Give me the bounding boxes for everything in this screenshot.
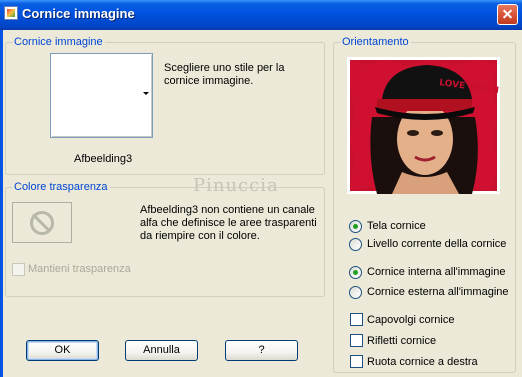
radio-frame-outside-label: Cornice esterna all'immagine [367,286,509,298]
chevron-down-icon[interactable] [143,92,149,95]
mirror-frame-label: Rifletti cornice [367,335,437,347]
transparency-message-line3: da riempire con il colore. [140,230,260,242]
radio-frame-canvas-label: Tela cornice [367,220,426,232]
radio-current-layer[interactable] [349,238,362,251]
radio-frame-canvas[interactable] [349,220,362,233]
rotate-frame-checkbox[interactable] [350,355,363,368]
frame-image-name: Afbeelding3 [74,153,133,165]
frame-preview-image: LOVE TRAIN [347,57,500,194]
prohibited-icon [30,211,54,235]
frame-hint-line1: Scegliere uno stile per la [164,62,285,74]
radio-frame-inside[interactable] [349,266,362,279]
window-border [0,30,3,377]
window-title: Cornice immagine [22,6,135,21]
close-button[interactable] [497,4,518,25]
flip-frame-label: Capovolgi cornice [367,314,455,326]
radio-current-layer-label: Livello corrente della cornice [367,238,507,250]
help-button[interactable]: ? [225,340,298,361]
transparency-group-label: Colore trasparenza [12,181,110,193]
flip-frame-checkbox[interactable] [350,313,363,326]
app-icon [4,6,18,20]
mirror-frame-checkbox[interactable] [350,334,363,347]
watermark: Pinuccia [193,175,279,196]
radio-frame-outside[interactable] [349,286,362,299]
transparency-message-line1: Afbeelding3 non contiene un canale [140,204,315,216]
keep-transparency-checkbox[interactable] [12,263,25,276]
frame-hint-line2: cornice immagine. [164,75,254,87]
keep-transparency-label: Mantieni trasparenza [28,263,131,275]
radio-frame-inside-label: Cornice interna all'immagine [367,266,506,278]
ok-button[interactable]: OK [26,340,99,361]
portrait-photo: LOVE TRAIN [347,57,500,194]
rotate-frame-label: Ruota cornice a destra [367,356,478,368]
transparency-message-line2: alfa che definisce le aree trasparenti [140,217,317,229]
title-bar: Cornice immagine [0,0,522,30]
frame-style-picker[interactable] [50,53,153,138]
cancel-button[interactable]: Annulla [125,340,198,361]
transparency-color-swatch [12,202,72,243]
frame-group-label: Cornice immagine [12,36,105,48]
orientation-group-label: Orientamento [340,36,411,48]
